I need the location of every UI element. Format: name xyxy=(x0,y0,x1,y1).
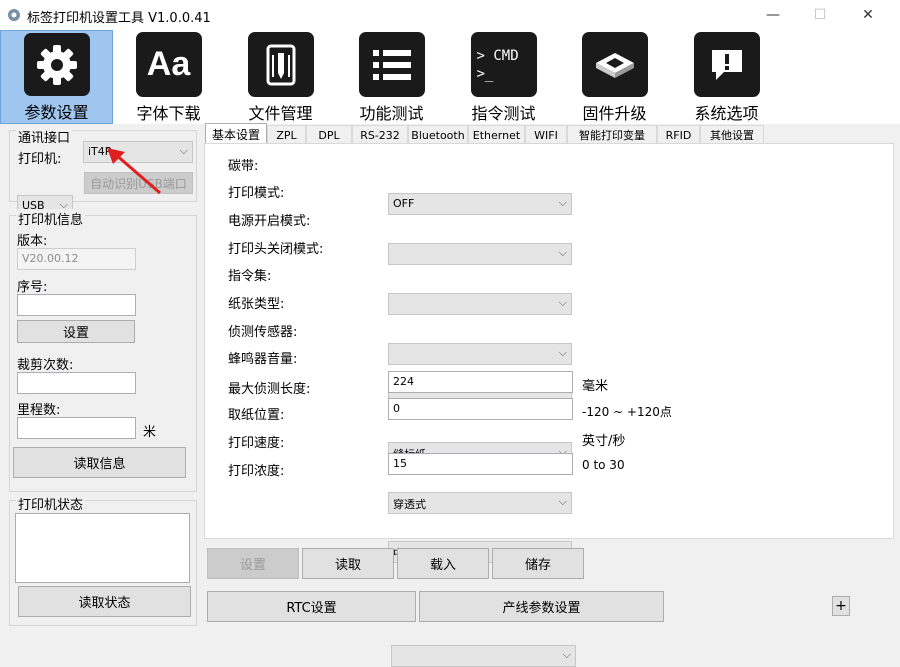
minimize-button[interactable]: — xyxy=(750,0,796,30)
print-density-label: 打印浓度: xyxy=(228,464,285,479)
tab-other-settings[interactable]: 其他设置 xyxy=(700,125,764,144)
read-status-button[interactable]: 读取状态 xyxy=(18,586,191,617)
cut-count-label: 裁剪次数: xyxy=(17,358,74,373)
app-gear-icon xyxy=(6,7,22,23)
print-speed-select[interactable]: ⌵ xyxy=(391,645,576,667)
serial-label: 序号: xyxy=(17,280,48,295)
tab-basic-settings[interactable]: 基本设置 xyxy=(205,123,267,144)
toolbar-label: 系统选项 xyxy=(694,104,759,123)
max-detect-input[interactable]: 224 xyxy=(388,371,573,393)
tab-smart-print-vars[interactable]: 智能打印变量 xyxy=(567,125,657,144)
toolbar-label: 参数设置 xyxy=(24,103,89,122)
chevron-down-icon: ⌵ xyxy=(558,495,567,508)
print-speed-label: 打印速度: xyxy=(228,436,285,451)
main-toolbar: 参数设置 Aa 字体下载 文件管理 功能测试 > CMD >_ 指令测试 固件升… xyxy=(0,30,900,124)
toolbar-file-manage[interactable]: 文件管理 xyxy=(224,30,337,124)
toolbar-font-download[interactable]: Aa 字体下载 xyxy=(112,30,225,124)
tab-bluetooth[interactable]: Bluetooth xyxy=(408,125,468,144)
read-settings-button[interactable]: 读取 xyxy=(302,548,394,579)
rtc-settings-button[interactable]: RTC设置 xyxy=(207,591,416,622)
ribbon-value: OFF xyxy=(393,197,415,210)
max-detect-unit: 毫米 xyxy=(582,379,609,394)
chevron-down-icon: ⌵ xyxy=(558,196,567,209)
list-icon xyxy=(358,32,425,97)
print-speed-unit: 英寸/秒 xyxy=(582,434,626,449)
toolbar-param-settings[interactable]: 参数设置 xyxy=(0,30,113,124)
cmd-icon: > CMD >_ xyxy=(470,32,537,97)
tear-position-label: 取纸位置: xyxy=(228,408,285,423)
mileage-label: 里程数: xyxy=(17,403,61,418)
expand-plus-button[interactable]: + xyxy=(832,596,850,616)
maximize-button[interactable]: ☐ xyxy=(797,0,843,30)
printer-info-title: 打印机信息 xyxy=(16,209,86,228)
paper-type-label: 纸张类型: xyxy=(228,297,285,312)
head-close-mode-select[interactable]: ⌵ xyxy=(388,343,572,365)
print-mode-label: 打印模式: xyxy=(228,186,285,201)
gear-icon xyxy=(23,33,90,96)
max-detect-label: 最大侦测长度: xyxy=(228,382,311,397)
sensor-value: 穿透式 xyxy=(393,498,426,511)
line-params-button[interactable]: 产线参数设置 xyxy=(419,591,664,622)
chevron-down-icon: ⌵ xyxy=(562,648,571,661)
toolbar-command-test[interactable]: > CMD >_ 指令测试 xyxy=(447,30,560,124)
chevron-down-icon: ⌵ xyxy=(558,346,567,359)
print-density-range: 0 to 30 xyxy=(582,458,625,472)
print-density-input[interactable]: 15 xyxy=(388,453,573,475)
print-mode-select[interactable]: ⌵ xyxy=(388,243,572,265)
mileage-unit: 米 xyxy=(143,425,157,440)
load-settings-button[interactable]: 载入 xyxy=(397,548,489,579)
tab-dpl[interactable]: DPL xyxy=(306,125,352,144)
tear-position-input[interactable]: 0 xyxy=(388,398,573,420)
comm-group-title: 通讯接口 xyxy=(16,127,73,146)
red-arrow-annotation xyxy=(107,148,161,195)
toolbar-label: 文件管理 xyxy=(248,104,313,123)
file-icon xyxy=(247,32,314,97)
chevron-down-icon: ⌵ xyxy=(558,296,567,309)
sensor-label: 侦测传感器: xyxy=(228,325,298,340)
toolbar-label: 字体下载 xyxy=(136,104,201,123)
toolbar-label: 功能测试 xyxy=(359,104,424,123)
tab-rs232[interactable]: RS-232 xyxy=(352,125,408,144)
chip-icon xyxy=(581,32,648,97)
toolbar-label: 固件升级 xyxy=(582,104,647,123)
ribbon-label: 碳带: xyxy=(228,159,259,174)
close-button[interactable]: ✕ xyxy=(845,0,891,30)
toolbar-label: 指令测试 xyxy=(471,104,536,123)
read-info-button[interactable]: 读取信息 xyxy=(13,447,186,478)
tab-ethernet[interactable]: Ethernet xyxy=(468,125,525,144)
font-icon: Aa xyxy=(135,32,202,97)
power-mode-select[interactable]: ⌵ xyxy=(388,293,572,315)
printer-status-box xyxy=(15,513,190,583)
title-bar: 标签打印机设置工具 V1.0.0.41 — ☐ ✕ xyxy=(0,0,900,30)
printer-status-title: 打印机状态 xyxy=(16,494,86,513)
head-close-mode-label: 打印头关闭模式: xyxy=(228,242,324,257)
toolbar-function-test[interactable]: 功能测试 xyxy=(335,30,448,124)
toolbar-firmware-upgrade[interactable]: 固件升级 xyxy=(558,30,671,124)
apply-settings-button[interactable]: 设置 xyxy=(207,548,299,579)
tab-zpl[interactable]: ZPL xyxy=(267,125,306,144)
tab-wifi[interactable]: WIFI xyxy=(525,125,567,144)
serial-input[interactable] xyxy=(17,294,136,316)
chevron-down-icon: ⌵ xyxy=(558,246,567,259)
tab-rfid[interactable]: RFID xyxy=(657,125,700,144)
toolbar-system-options[interactable]: 系统选项 xyxy=(670,30,783,124)
chevron-down-icon: ⌵ xyxy=(179,144,188,157)
ribbon-select[interactable]: OFF ⌵ xyxy=(388,193,572,215)
version-label: 版本: xyxy=(17,234,48,249)
version-field: V20.00.12 xyxy=(17,248,136,270)
sensor-select[interactable]: 穿透式 ⌵ xyxy=(388,492,572,514)
set-serial-button[interactable]: 设置 xyxy=(17,320,135,343)
alert-icon xyxy=(693,32,760,97)
command-set-label: 指令集: xyxy=(228,269,272,284)
mileage-field[interactable] xyxy=(17,417,136,439)
cut-count-field[interactable] xyxy=(17,372,136,394)
tear-position-range: -120 ~ +120点 xyxy=(582,405,672,419)
window-title: 标签打印机设置工具 V1.0.0.41 xyxy=(27,11,211,26)
power-mode-label: 电源开启模式: xyxy=(228,214,311,229)
save-settings-button[interactable]: 储存 xyxy=(492,548,584,579)
buzzer-label: 蜂鸣器音量: xyxy=(228,352,298,367)
printer-label: 打印机: xyxy=(18,152,62,167)
